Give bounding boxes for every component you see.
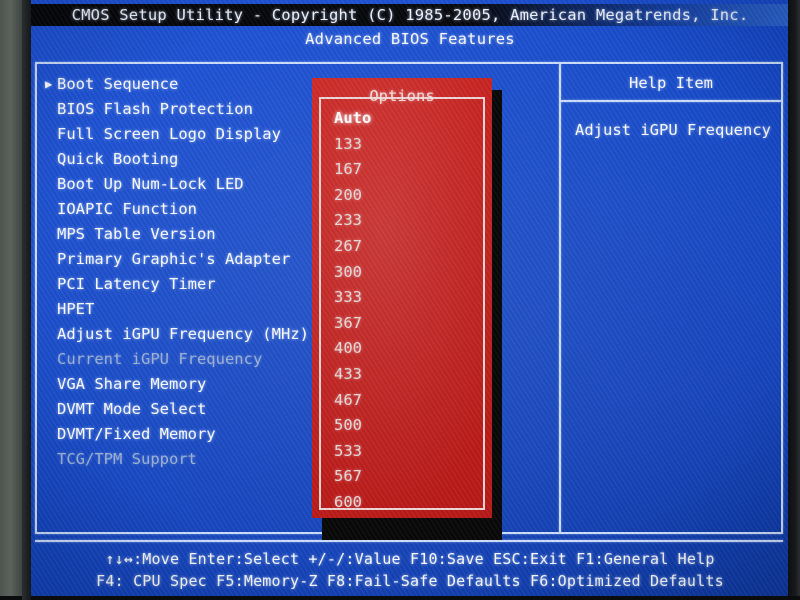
option-item[interactable]: 600 [334, 490, 371, 516]
setting-label: Adjust iGPU Frequency (MHz) [57, 325, 309, 343]
option-item[interactable]: 300 [334, 260, 371, 286]
setting-row: Current iGPU Frequency [41, 347, 341, 372]
setting-label: DVMT Mode Select [57, 400, 207, 418]
setting-label: HPET [57, 300, 95, 318]
options-list: Auto 133 167 200 233 267 300 333 367 400 433 467 500… [334, 106, 371, 516]
setting-row[interactable]: Full Screen Logo Display [41, 122, 341, 147]
option-item[interactable]: 433 [334, 362, 371, 388]
options-popup[interactable]: Options Auto 133 167 200 233 267 300 333 367 400 4… [312, 78, 492, 518]
option-item[interactable]: 200 [334, 183, 371, 209]
setting-row[interactable]: DVMT Mode Select [41, 397, 341, 422]
help-panel-divider [559, 64, 561, 532]
setting-label: DVMT/Fixed Memory [57, 425, 216, 443]
setting-label: TCG/TPM Support [57, 450, 197, 468]
option-item[interactable]: 533 [334, 439, 371, 465]
setting-row[interactable]: BIOS Flash Protection [41, 97, 341, 122]
setting-label: VGA Share Memory [57, 375, 207, 393]
option-item[interactable]: 267 [334, 234, 371, 260]
setting-label: MPS Table Version [57, 225, 216, 243]
option-item[interactable]: 467 [334, 388, 371, 414]
option-item[interactable]: 233 [334, 208, 371, 234]
setting-row[interactable]: DVMT/Fixed Memory [41, 422, 341, 447]
setting-label: BIOS Flash Protection [57, 100, 253, 118]
setting-row[interactable]: HPET [41, 297, 341, 322]
option-item[interactable]: 367 [334, 311, 371, 337]
footer-keys-line-2: F4: CPU Spec F5:Memory-Z F8:Fail-Safe De… [96, 572, 724, 590]
setting-label: Current iGPU Frequency [57, 350, 263, 368]
setting-row[interactable]: ▶ Boot Sequence [41, 72, 341, 97]
settings-list: ▶ Boot Sequence BIOS Flash Protection Full … [41, 72, 341, 472]
setting-row[interactable]: PCI Latency Timer [41, 272, 341, 297]
monitor-photo: CMOS Setup Utility - Copyright (C) 1985-… [0, 0, 800, 600]
setting-row: TCG/TPM Support [41, 447, 341, 472]
setting-row[interactable]: Primary Graphic's Adapter [41, 247, 341, 272]
setting-label: Full Screen Logo Display [57, 125, 281, 143]
setting-label: Boot Up Num-Lock LED [57, 175, 244, 193]
setting-row[interactable]: Quick Booting [41, 147, 341, 172]
setting-label: IOAPIC Function [57, 200, 197, 218]
setting-label: PCI Latency Timer [57, 275, 216, 293]
option-item[interactable]: 333 [334, 285, 371, 311]
monitor-bezel-bottom [0, 596, 800, 600]
submenu-arrow-icon: ▶ [45, 77, 53, 91]
option-item[interactable]: 567 [334, 464, 371, 490]
setting-row[interactable]: Adjust iGPU Frequency (MHz) [41, 322, 341, 347]
footer-help: ↑↓↔:Move Enter:Select +/-/:Value F10:Sav… [29, 548, 791, 592]
option-item[interactable]: 133 [334, 132, 371, 158]
help-panel-title: Help Item [629, 74, 713, 92]
page-title: Advanced BIOS Features [305, 30, 515, 48]
options-popup-title: Options [369, 87, 435, 105]
setting-label: Primary Graphic's Adapter [57, 250, 291, 268]
monitor-bezel-left-shadow [22, 0, 31, 600]
option-item[interactable]: 400 [334, 336, 371, 362]
help-panel-rule [561, 100, 781, 102]
setting-row[interactable]: VGA Share Memory [41, 372, 341, 397]
footer-divider [35, 540, 783, 542]
setting-label: Boot Sequence [57, 75, 179, 93]
option-item[interactable]: 167 [334, 157, 371, 183]
window-title: CMOS Setup Utility - Copyright (C) 1985-… [29, 4, 791, 26]
setting-row[interactable]: MPS Table Version [41, 222, 341, 247]
help-panel-text: Adjust iGPU Frequency [575, 121, 771, 139]
footer-keys-line-1: ↑↓↔:Move Enter:Select +/-/:Value F10:Sav… [105, 550, 715, 568]
option-item-selected[interactable]: Auto [334, 106, 371, 132]
setting-row[interactable]: Boot Up Num-Lock LED [41, 172, 341, 197]
setting-row[interactable]: IOAPIC Function [41, 197, 341, 222]
setting-label: Quick Booting [57, 150, 179, 168]
option-item[interactable]: 500 [334, 413, 371, 439]
monitor-bezel-right [788, 0, 800, 600]
bios-screen: CMOS Setup Utility - Copyright (C) 1985-… [29, 0, 791, 596]
